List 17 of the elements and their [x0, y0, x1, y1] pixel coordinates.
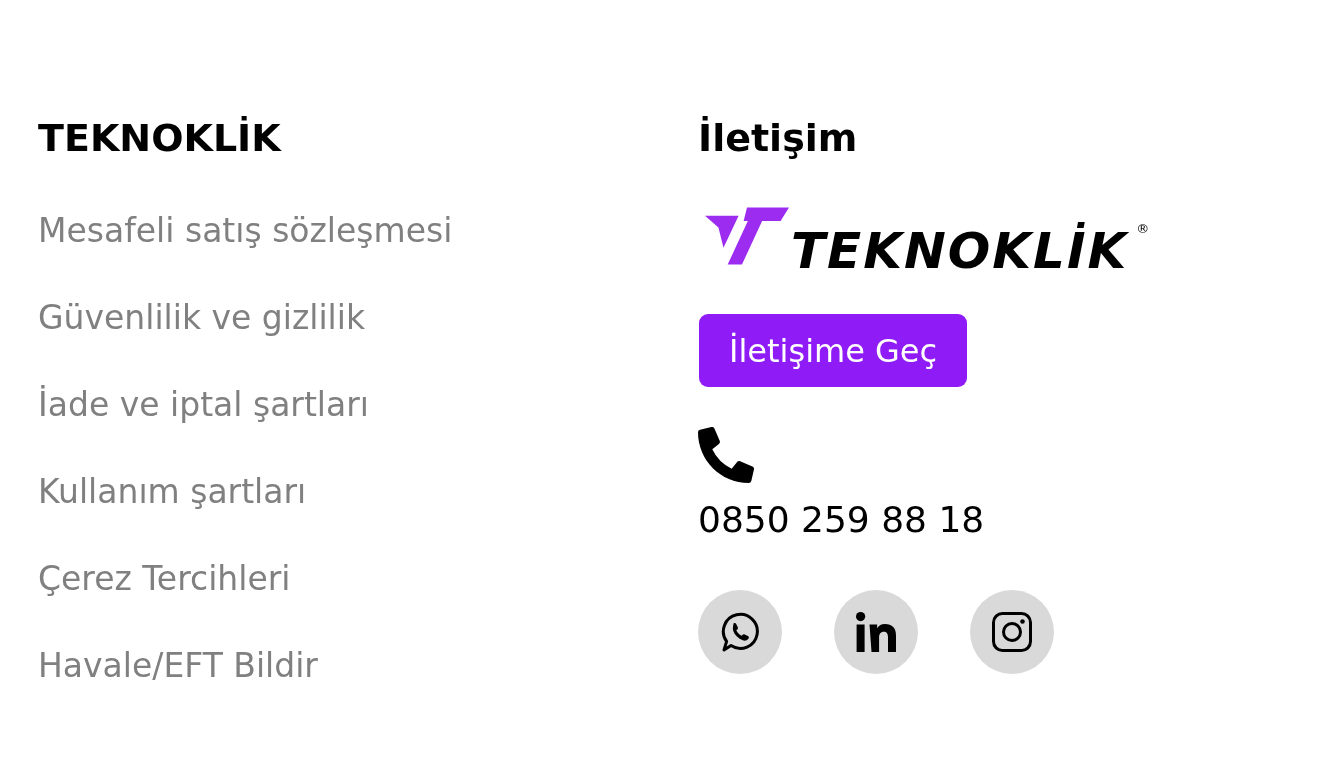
section-heading: TEKNOKLİK: [38, 115, 281, 161]
logo-wordmark: TEKNOKLİK: [790, 221, 1130, 282]
footer-link[interactable]: Kullanım şartları: [38, 472, 307, 512]
phone-icon: [698, 427, 754, 483]
footer-link[interactable]: Çerez Tercihleri: [38, 559, 291, 599]
linkedin-icon: [856, 612, 896, 652]
phone-number: 0850 259 88 18: [698, 499, 985, 541]
footer-link[interactable]: İade ve iptal şartları: [38, 385, 369, 425]
footer-link[interactable]: Havale/EFT Bildir: [38, 646, 318, 686]
whatsapp-icon: [720, 612, 760, 652]
registered-mark: ®: [1136, 221, 1150, 237]
footer-link[interactable]: Güvenlilik ve gizlilik: [38, 298, 366, 338]
contact-button[interactable]: İletişime Geç: [699, 314, 968, 387]
footer-link[interactable]: Mesafeli satış sözleşmesi: [38, 211, 453, 251]
instagram-icon: [992, 612, 1032, 652]
logo-icon: [705, 207, 789, 265]
section-heading: İletişim: [698, 115, 858, 161]
